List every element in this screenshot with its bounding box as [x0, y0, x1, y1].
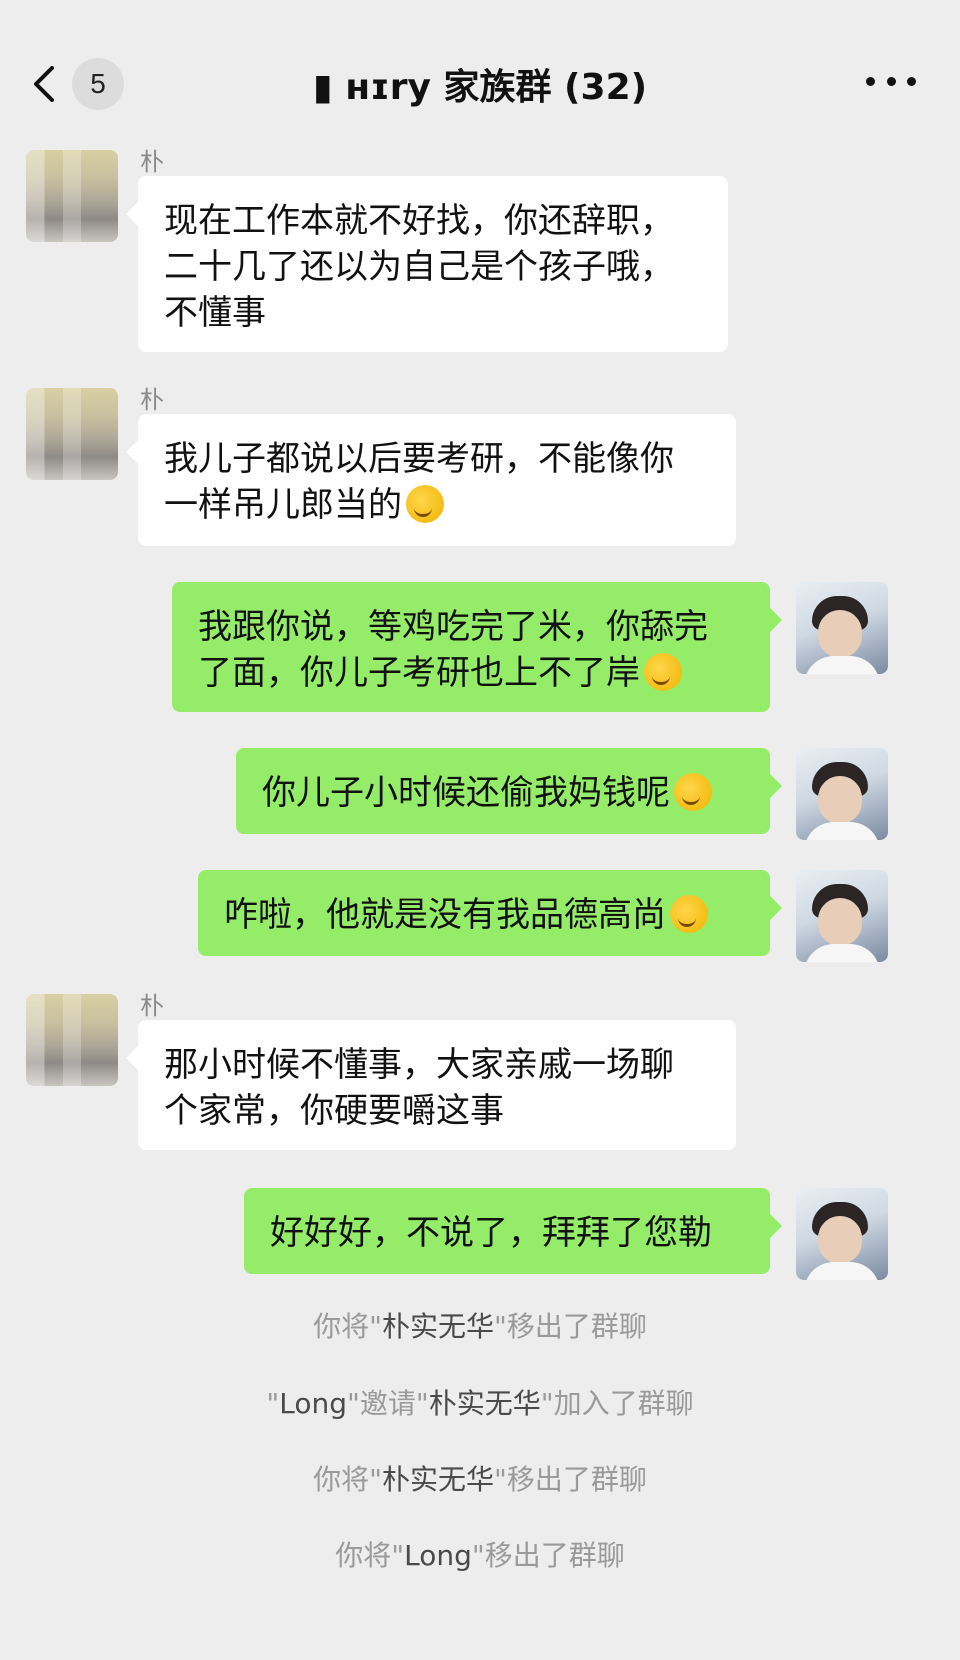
message-line: 现在工作本就不好找，你还辞职， — [164, 201, 674, 241]
message-bubble[interactable]: 那小时候不懂事，大家亲戚一场聊 个家常，你硬要嚼这事 — [126, 1020, 736, 1150]
avatar[interactable] — [796, 748, 888, 840]
avatar[interactable] — [26, 994, 118, 1086]
message-line: 个家常，你硬要嚼这事 — [164, 1091, 504, 1131]
avatar[interactable] — [26, 150, 118, 242]
message-bubble[interactable]: 好好好，不说了，拜拜了您勒 — [244, 1188, 782, 1274]
message-line: 我跟你说，等鸡吃完了米，你舔完 — [198, 607, 708, 647]
avatar[interactable] — [796, 1188, 888, 1280]
message-line: 咋啦，他就是没有我品德高尚 — [224, 895, 666, 935]
grin-face-icon — [644, 653, 682, 691]
system-notice: 你将"朴实无华"移出了群聊 — [313, 1463, 647, 1496]
message-bubble[interactable]: 我儿子都说以后要考研，不能像你 一样吊儿郎当的 — [126, 414, 736, 546]
system-notice: 你将"朴实无华"移出了群聊 — [313, 1310, 647, 1343]
grin-face-icon — [674, 773, 712, 811]
message-bubble[interactable]: 现在工作本就不好找，你还辞职， 二十几了还以为自己是个孩子哦， 不懂事 — [126, 176, 728, 352]
avatar[interactable] — [796, 582, 888, 674]
avatar[interactable] — [796, 870, 888, 962]
system-notice: 你将"Long"移出了群聊 — [335, 1539, 625, 1572]
more-dots-icon — [866, 76, 875, 86]
system-notice: "Long"邀请"朴实无华"加入了群聊 — [266, 1387, 694, 1420]
message-line: 那小时候不懂事，大家亲戚一场聊 — [164, 1045, 674, 1085]
chat-header: 5 ▮ ʜɪry 家族群 (32) — [0, 0, 960, 138]
message-bubble[interactable]: 咋啦，他就是没有我品德高尚 — [198, 870, 782, 956]
grin-face-icon — [406, 485, 444, 523]
chat-title: ▮ ʜɪry 家族群 (32) — [312, 67, 648, 108]
message-line: 不懂事 — [164, 293, 266, 333]
message-line: 好好好，不说了，拜拜了您勒 — [270, 1213, 712, 1253]
message-line: 你儿子小时候还偷我妈钱呢 — [262, 773, 670, 813]
more-options-button[interactable] — [866, 66, 916, 96]
message-line: 我儿子都说以后要考研，不能像你 — [164, 439, 674, 479]
message-bubble[interactable]: 你儿子小时候还偷我妈钱呢 — [236, 748, 782, 834]
message-line: 二十几了还以为自己是个孩子哦， — [164, 247, 674, 287]
message-line: 一样吊儿郎当的 — [164, 485, 402, 525]
message-bubble[interactable]: 我跟你说，等鸡吃完了米，你舔完 了面，你儿子考研也上不了岸 — [172, 582, 782, 712]
message-line: 了面，你儿子考研也上不了岸 — [198, 653, 640, 693]
grin-face-icon — [670, 895, 708, 933]
avatar[interactable] — [26, 388, 118, 480]
